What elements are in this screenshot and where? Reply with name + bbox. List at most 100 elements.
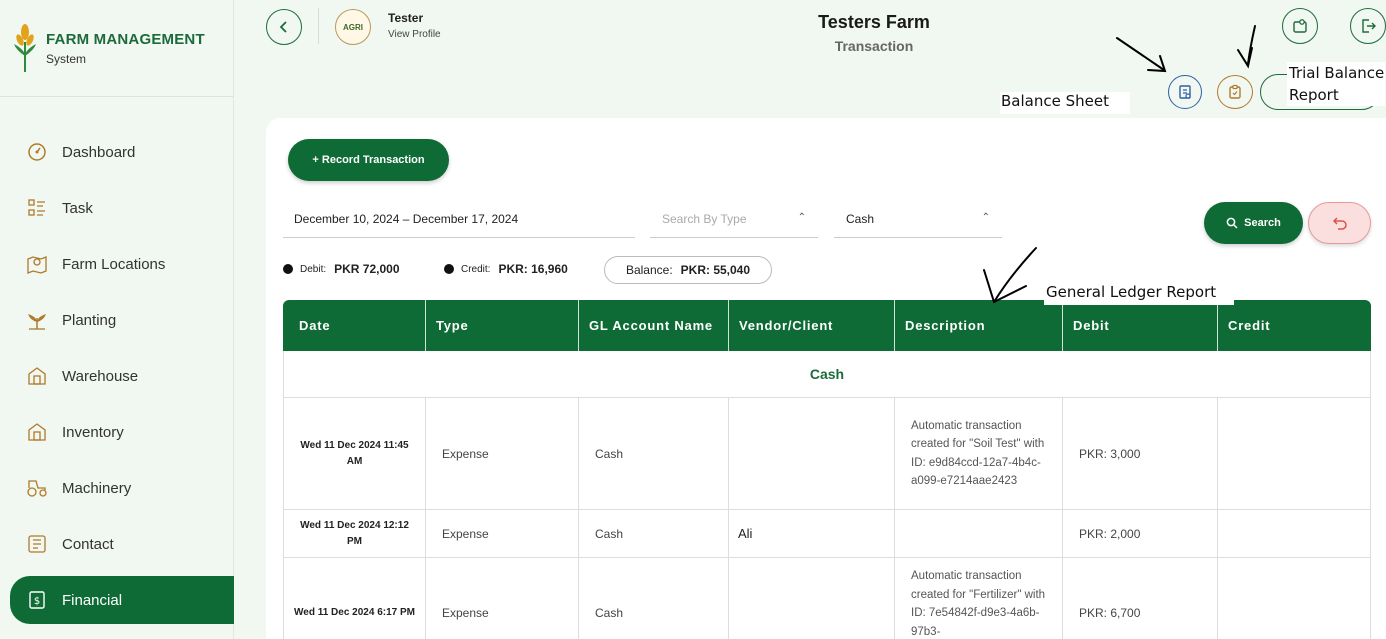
column-header-debit: Debit <box>1062 300 1217 351</box>
table-row[interactable]: Wed 11 Dec 2024 6:17 PM Expense Cash Aut… <box>283 558 1371 639</box>
sidebar-item-inventory[interactable]: Inventory <box>10 408 234 456</box>
debit-summary: Debit: PKR 72,000 <box>283 262 400 276</box>
balance-value: PKR: 55,040 <box>680 263 751 277</box>
cell-credit <box>1217 398 1371 509</box>
debit-label: Debit: <box>300 263 327 275</box>
sidebar-item-dashboard[interactable]: Dashboard <box>10 128 234 176</box>
record-transaction-button[interactable]: + Record Transaction <box>288 139 449 181</box>
sidebar-item-planting[interactable]: Planting <box>10 296 234 344</box>
cell-vendor <box>728 398 894 509</box>
search-icon <box>1226 217 1238 229</box>
column-header-credit: Credit <box>1217 300 1371 351</box>
cell-account: Cash <box>578 510 728 557</box>
arrow-trial-balance <box>1237 25 1256 69</box>
sidebar-item-financial[interactable]: $ Financial <box>10 576 234 624</box>
logout-button[interactable] <box>1350 8 1386 44</box>
annotation-trial-balance: Trial Balance Report <box>1287 62 1385 106</box>
sidebar-item-machinery[interactable]: Machinery <box>10 464 234 512</box>
debit-dot <box>283 264 293 274</box>
arrow-balance-sheet <box>1116 37 1167 73</box>
cell-description <box>894 510 1062 557</box>
sidebar-item-label: Planting <box>62 311 117 329</box>
page-title: Testers Farm <box>818 12 930 32</box>
credit-summary: Credit: PKR: 16,960 <box>444 262 568 276</box>
cell-credit <box>1217 510 1371 557</box>
financial-receipt-icon: $ <box>26 589 48 611</box>
sidebar-item-label: Inventory <box>62 423 124 441</box>
chevron-left-icon <box>279 21 287 33</box>
brand-title: FARM MANAGEMENT <box>46 30 205 48</box>
sidebar-item-contact[interactable]: Contact <box>10 520 234 568</box>
wheat-logo-icon <box>14 24 36 72</box>
column-header-description: Description <box>894 300 1062 351</box>
sidebar-item-task[interactable]: Task <box>10 184 234 232</box>
balance-sheet-button[interactable] <box>1168 75 1202 109</box>
avatar[interactable]: AGRI <box>335 9 371 45</box>
credit-dot <box>444 264 454 274</box>
cell-date: Wed 11 Dec 2024 12:12 PM <box>283 510 425 557</box>
search-button-label: Search <box>1244 217 1281 229</box>
cell-debit: PKR: 6,700 <box>1062 558 1217 639</box>
task-list-icon <box>26 197 48 219</box>
header-divider <box>318 8 319 44</box>
sidebar-item-label: Farm Locations <box>62 255 166 273</box>
account-select[interactable]: Cash ⌃ <box>834 200 1002 238</box>
debit-value: PKR 72,000 <box>334 262 400 276</box>
chevron-updown-icon: ⌃ <box>981 212 990 223</box>
search-button[interactable]: Search <box>1204 202 1303 244</box>
cell-type: Expense <box>425 398 578 509</box>
back-button[interactable] <box>266 9 302 45</box>
date-range-picker[interactable]: December 10, 2024 – December 17, 2024 <box>283 200 635 238</box>
annotation-general-ledger: General Ledger Report <box>1044 283 1234 305</box>
type-select-placeholder: Search By Type <box>662 211 747 226</box>
table-header: Date Type GL Account Name Vendor/Client … <box>283 300 1371 351</box>
cell-date: Wed 11 Dec 2024 11:45 AM <box>283 398 425 509</box>
tractor-icon <box>26 477 48 499</box>
cell-account: Cash <box>578 558 728 639</box>
cell-account: Cash <box>578 398 728 509</box>
annotation-balance-sheet: Balance Sheet <box>1000 92 1130 114</box>
cell-debit: PKR: 3,000 <box>1062 398 1217 509</box>
view-profile-link[interactable]: View Profile <box>388 29 441 40</box>
dashboard-icon <box>26 141 48 163</box>
sidebar-item-label: Warehouse <box>62 367 139 385</box>
inventory-icon <box>26 421 48 443</box>
brand-subtitle: System <box>46 51 87 66</box>
brand: FARM MANAGEMENT System <box>0 0 233 97</box>
transactions-table: Date Type GL Account Name Vendor/Client … <box>283 300 1371 351</box>
table-row[interactable]: Wed 11 Dec 2024 12:12 PM Expense Cash Al… <box>283 510 1371 558</box>
cell-type: Expense <box>425 558 578 639</box>
clipboard-icon <box>1229 84 1241 99</box>
contact-card-icon <box>26 533 48 555</box>
credit-value: PKR: 16,960 <box>498 262 568 276</box>
column-header-vendor: Vendor/Client <box>728 300 894 351</box>
sidebar-item-label: Contact <box>62 535 114 553</box>
type-select[interactable]: Search By Type ⌃ <box>650 200 818 238</box>
switch-farm-icon <box>1293 19 1307 33</box>
sidebar-item-warehouse[interactable]: Warehouse <box>10 352 234 400</box>
undo-icon <box>1332 217 1347 230</box>
table-row[interactable]: Wed 11 Dec 2024 11:45 AM Expense Cash Au… <box>283 398 1371 510</box>
sprout-icon <box>26 309 48 331</box>
cell-vendor <box>728 558 894 639</box>
sidebar-item-label: Dashboard <box>62 143 136 161</box>
cell-vendor: Ali <box>728 510 894 557</box>
user-name: Tester <box>388 11 424 25</box>
group-row-cash: Cash <box>283 351 1371 398</box>
logout-icon <box>1362 19 1376 33</box>
trial-balance-button[interactable] <box>1217 75 1253 109</box>
cell-description: Automatic transaction created for "Ferti… <box>894 558 1062 639</box>
page-subtitle: Transaction <box>834 38 914 54</box>
reset-button[interactable] <box>1308 202 1371 244</box>
sidebar: FARM MANAGEMENT System Dashboard Task Fa… <box>0 0 234 639</box>
balance-sheet-icon <box>1179 85 1191 99</box>
switch-farm-button[interactable] <box>1282 8 1318 44</box>
svg-text:$: $ <box>34 596 40 607</box>
balance-label: Balance: <box>625 263 673 277</box>
account-select-value: Cash <box>846 211 875 226</box>
warehouse-icon <box>26 365 48 387</box>
sidebar-item-farm-locations[interactable]: Farm Locations <box>10 240 234 288</box>
cell-debit: PKR: 2,000 <box>1062 510 1217 557</box>
cell-date: Wed 11 Dec 2024 6:17 PM <box>283 558 425 639</box>
column-header-type: Type <box>425 300 578 351</box>
